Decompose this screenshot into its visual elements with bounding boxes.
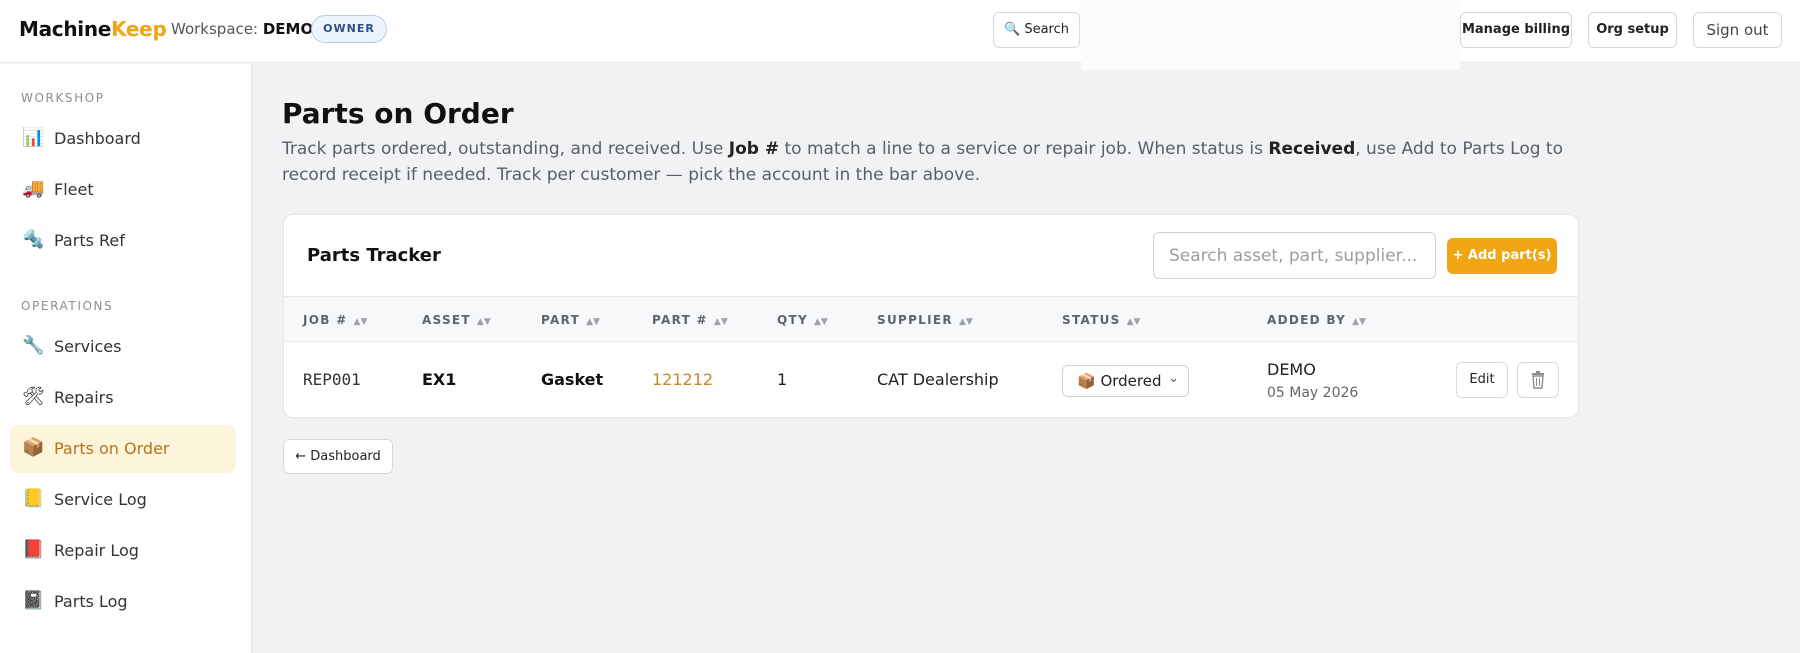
cell-job: REP001 <box>303 370 361 389</box>
sidebar-item-dashboard[interactable]: 📊 Dashboard <box>10 115 236 163</box>
notebook-icon: 📓 <box>22 590 45 611</box>
column-header-job[interactable]: JOB # ▲▼ <box>303 313 367 327</box>
column-header-label: ADDED BY <box>1267 313 1347 327</box>
sidebar-item-label: Repairs <box>54 388 114 407</box>
sidebar-item-label: Parts Log <box>54 592 128 611</box>
cell-part: Gasket <box>541 370 604 389</box>
sidebar-item-label: Dashboard <box>54 129 141 148</box>
tools-icon: 🛠 <box>22 386 45 407</box>
column-header-label: PART <box>541 313 581 327</box>
cell-supplier: CAT Dealership <box>877 370 999 389</box>
table-row: REP001 EX1 Gasket 121212 1 CAT Dealershi… <box>284 342 1578 417</box>
sidebar-item-parts-on-order[interactable]: 📦 Parts on Order <box>10 425 236 473</box>
column-header-label: JOB # <box>303 313 348 327</box>
ledger-icon: 📒 <box>22 488 45 509</box>
desc-text: to match a line to a service or repair j… <box>779 139 1269 159</box>
sort-icon: ▲▼ <box>713 317 728 327</box>
trash-icon <box>1532 371 1544 389</box>
sidebar-item-repairs[interactable]: 🛠 Repairs <box>10 374 236 422</box>
cell-part-number-link[interactable]: 121212 <box>652 370 713 389</box>
desc-bold-job: Job # <box>728 139 780 159</box>
sign-out-button[interactable]: Sign out <box>1693 12 1782 48</box>
column-header-label: PART # <box>652 313 708 327</box>
column-header-part[interactable]: PART ▲▼ <box>541 313 600 327</box>
card-title: Parts Tracker <box>307 245 441 266</box>
sort-icon: ▲▼ <box>353 317 368 327</box>
wrench-icon: 🔧 <box>22 335 45 356</box>
search-button[interactable]: 🔍 Search <box>993 12 1080 48</box>
add-parts-button[interactable]: + Add part(s) <box>1447 238 1557 274</box>
sort-icon: ▲▼ <box>586 317 600 327</box>
column-header-part-number[interactable]: PART # ▲▼ <box>652 313 728 327</box>
table-header: JOB # ▲▼ ASSET ▲▼ PART ▲▼ PART # ▲▼ QTY ▲▼ SU… <box>284 296 1578 342</box>
sidebar-section-workshop: WORKSHOP <box>21 91 105 105</box>
logo-text-main: Machine <box>19 17 112 41</box>
sidebar-item-label: Parts Ref <box>54 231 125 250</box>
app-logo[interactable]: MachineKeep <box>19 17 167 41</box>
sidebar-item-parts-log[interactable]: 📓 Parts Log <box>10 578 236 626</box>
sidebar-item-label: Parts on Order <box>54 439 170 458</box>
org-setup-button[interactable]: Org setup <box>1588 12 1677 48</box>
column-header-added-by[interactable]: ADDED BY ▲▼ <box>1267 313 1366 327</box>
sort-icon: ▲▼ <box>813 317 828 327</box>
workspace-indicator: Workspace: DEMO <box>171 20 313 38</box>
chevron-down-icon: ⌄ <box>1168 371 1179 386</box>
parts-tracker-card: Parts Tracker + Add part(s) JOB # ▲▼ ASSE… <box>283 214 1579 418</box>
desc-text: Track parts ordered, outstanding, and re… <box>282 139 729 159</box>
page-title: Parts on Order <box>282 97 514 130</box>
topbar-blank-area <box>1081 0 1460 70</box>
chart-icon: 📊 <box>22 127 45 148</box>
sidebar-item-service-log[interactable]: 📒 Service Log <box>10 476 236 524</box>
sidebar-item-label: Service Log <box>54 490 147 509</box>
page-description: Track parts ordered, outstanding, and re… <box>282 136 1582 188</box>
cell-asset: EX1 <box>422 370 457 389</box>
bolt-icon: 🔩 <box>22 229 45 250</box>
role-badge: OWNER <box>311 15 387 43</box>
top-bar: MachineKeep Workspace: DEMO OWNER 🔍 Sear… <box>0 0 1800 70</box>
column-header-asset[interactable]: ASSET ▲▼ <box>422 313 491 327</box>
desc-bold-received: Received <box>1268 139 1356 159</box>
logo-text-accent: Keep <box>111 17 167 41</box>
sidebar-item-repair-log[interactable]: 📕 Repair Log <box>10 527 236 575</box>
sidebar-item-parts-ref[interactable]: 🔩 Parts Ref <box>10 217 236 265</box>
sidebar-item-label: Services <box>54 337 122 356</box>
status-select[interactable]: 📦 Ordered ⌄ <box>1062 365 1189 397</box>
sidebar-item-services[interactable]: 🔧 Services <box>10 323 236 371</box>
workspace-label: Workspace: <box>171 20 259 38</box>
status-value: 📦 Ordered <box>1077 372 1162 390</box>
workspace-name: DEMO <box>262 20 314 38</box>
column-header-supplier[interactable]: SUPPLIER ▲▼ <box>877 313 973 327</box>
sort-icon: ▲▼ <box>1352 317 1366 327</box>
sidebar-item-label: Repair Log <box>54 541 139 560</box>
sidebar-section-operations: OPERATIONS <box>21 299 114 313</box>
back-to-dashboard-button[interactable]: ← Dashboard <box>283 439 393 474</box>
sort-icon: ▲▼ <box>1126 317 1141 327</box>
column-header-qty[interactable]: QTY ▲▼ <box>777 313 828 327</box>
column-header-label: SUPPLIER <box>877 313 953 327</box>
sort-icon: ▲▼ <box>958 317 973 327</box>
column-header-label: QTY <box>777 313 808 327</box>
package-icon: 📦 <box>22 437 45 458</box>
column-header-status[interactable]: STATUS ▲▼ <box>1062 313 1140 327</box>
column-header-label: ASSET <box>422 313 471 327</box>
truck-icon: 🚚 <box>22 178 45 199</box>
edit-button[interactable]: Edit <box>1456 362 1508 398</box>
sidebar-item-fleet[interactable]: 🚚 Fleet <box>10 166 236 214</box>
column-header-label: STATUS <box>1062 313 1121 327</box>
manage-billing-button[interactable]: Manage billing <box>1460 12 1572 48</box>
tracker-search-input[interactable] <box>1153 232 1436 279</box>
sidebar: WORKSHOP 📊 Dashboard 🚚 Fleet 🔩 Parts Ref… <box>0 64 252 653</box>
sidebar-item-label: Fleet <box>54 180 94 199</box>
cell-added-by: DEMO <box>1267 360 1316 379</box>
sort-icon: ▲▼ <box>476 317 491 327</box>
cell-added-date: 05 May 2026 <box>1267 385 1359 401</box>
red-book-icon: 📕 <box>22 539 45 560</box>
delete-button[interactable] <box>1517 362 1559 398</box>
cell-qty: 1 <box>777 370 788 389</box>
